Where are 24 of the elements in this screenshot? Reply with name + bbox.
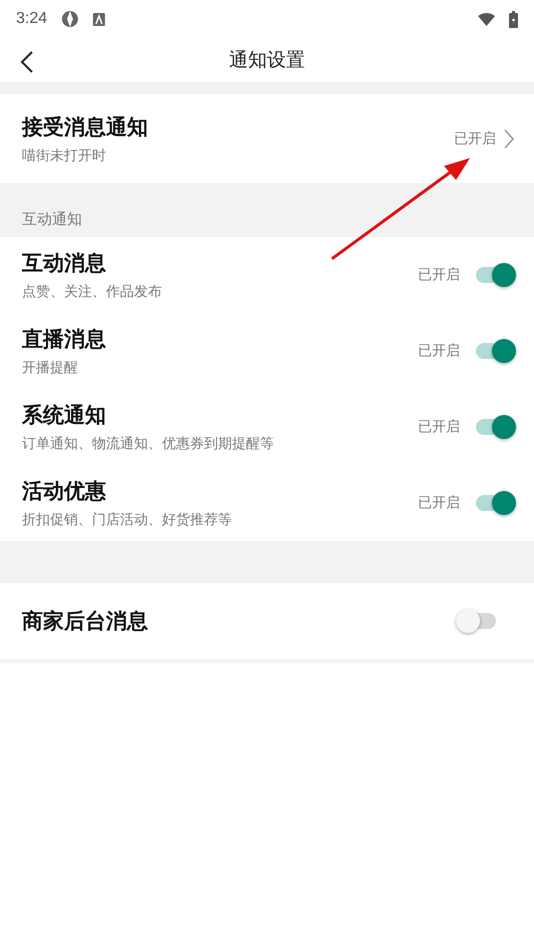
keyboard-icon [93, 12, 106, 26]
chevron-right-icon [504, 128, 514, 148]
battery-icon [509, 10, 518, 28]
row-title: 系统通知 [22, 402, 107, 429]
status-label: 已开启 [418, 266, 460, 284]
row-subtitle: 喵街未打开时 [22, 146, 107, 164]
wifi-icon [478, 12, 495, 26]
row-subtitle: 折扣促销、门店活动、好货推荐等 [22, 511, 233, 529]
row-title: 商家后台消息 [22, 608, 149, 635]
page-title: 通知设置 [229, 48, 305, 73]
status-label: 已开启 [418, 418, 460, 436]
status-label: 已开启 [418, 342, 460, 360]
status-label: 已开启 [454, 130, 496, 148]
row-subtitle: 开播提醒 [22, 359, 79, 377]
row-title: 活动优惠 [22, 478, 107, 505]
row-title: 接受消息通知 [22, 114, 149, 140]
section-title: 互动通知 [22, 210, 82, 229]
row-subtitle: 点赞、关注、作品发布 [22, 283, 163, 301]
status-label: 已开启 [418, 494, 460, 512]
app-icon [61, 10, 80, 28]
row-title: 互动消息 [22, 250, 107, 277]
status-time: 3:24 [16, 10, 48, 28]
row-subtitle: 订单通知、物流通知、优惠券到期提醒等 [22, 435, 275, 453]
row-title: 直播消息 [22, 326, 107, 353]
